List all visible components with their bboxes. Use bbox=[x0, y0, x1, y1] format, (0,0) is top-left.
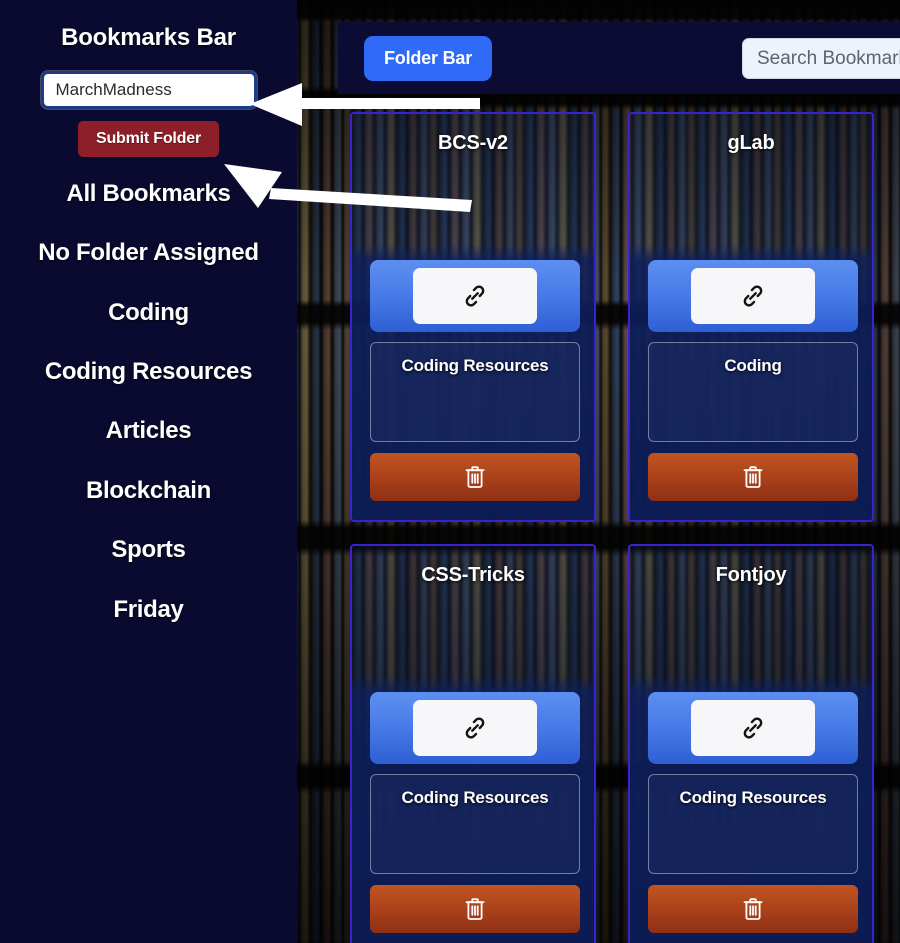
bookmark-title: CSS-Tricks bbox=[421, 564, 525, 586]
trash-icon bbox=[463, 896, 487, 922]
bookmark-folder-tag: Coding Resources bbox=[370, 342, 580, 442]
link-chip bbox=[691, 700, 815, 756]
link-chip bbox=[413, 268, 537, 324]
open-link-button[interactable] bbox=[648, 260, 858, 332]
delete-bookmark-button[interactable] bbox=[648, 885, 858, 933]
sidebar-item-articles[interactable]: Articles bbox=[0, 401, 297, 460]
trash-icon bbox=[741, 464, 765, 490]
bookmark-card[interactable]: Fontjoy Coding Resources bbox=[628, 544, 874, 943]
app-root: Bookmarks Bar Submit Folder All Bookmark… bbox=[0, 0, 900, 943]
sidebar-item-sports[interactable]: Sports bbox=[0, 520, 297, 579]
open-link-button[interactable] bbox=[648, 692, 858, 764]
folder-bar-button[interactable]: Folder Bar bbox=[364, 35, 493, 81]
open-link-button[interactable] bbox=[370, 692, 580, 764]
submit-folder-button[interactable]: Submit Folder bbox=[78, 120, 219, 157]
delete-bookmark-button[interactable] bbox=[370, 453, 580, 501]
chain-link-icon bbox=[462, 283, 488, 309]
sidebar-item-coding[interactable]: Coding bbox=[0, 283, 297, 342]
bookmark-folder-tag: Coding bbox=[648, 342, 858, 442]
bookmark-title: BCS-v2 bbox=[438, 132, 508, 154]
search-input[interactable] bbox=[742, 38, 900, 79]
bookmark-card[interactable]: CSS-Tricks Coding Resources bbox=[350, 544, 596, 943]
delete-bookmark-button[interactable] bbox=[648, 453, 858, 501]
chain-link-icon bbox=[740, 283, 766, 309]
bookmark-card[interactable]: gLab Coding bbox=[628, 112, 874, 522]
trash-icon bbox=[463, 464, 487, 490]
bookmark-title: gLab bbox=[727, 132, 775, 154]
folder-input-wrapper bbox=[40, 70, 257, 109]
bookmark-title: Fontjoy bbox=[715, 564, 787, 586]
bookmark-folder-tag: Coding Resources bbox=[648, 774, 858, 874]
sidebar: Bookmarks Bar Submit Folder All Bookmark… bbox=[0, 0, 297, 943]
delete-bookmark-button[interactable] bbox=[370, 885, 580, 933]
sidebar-item-friday[interactable]: Friday bbox=[0, 580, 297, 639]
chain-link-icon bbox=[740, 715, 766, 741]
top-bar: Folder Bar bbox=[338, 22, 900, 94]
bookmark-card-grid: BCS-v2 Coding Resources gLab Coding CSS-… bbox=[350, 112, 900, 943]
chain-link-icon bbox=[462, 715, 488, 741]
bookmark-card[interactable]: BCS-v2 Coding Resources bbox=[350, 112, 596, 522]
link-chip bbox=[691, 268, 815, 324]
sidebar-item-no-folder-assigned[interactable]: No Folder Assigned bbox=[0, 223, 297, 282]
page-title: Bookmarks Bar bbox=[61, 24, 236, 51]
folder-name-input[interactable] bbox=[40, 70, 257, 109]
sidebar-item-blockchain[interactable]: Blockchain bbox=[0, 461, 297, 520]
sidebar-item-coding-resources[interactable]: Coding Resources bbox=[0, 342, 297, 401]
trash-icon bbox=[741, 896, 765, 922]
link-chip bbox=[413, 700, 537, 756]
bookmark-folder-tag: Coding Resources bbox=[370, 774, 580, 874]
sidebar-item-all-bookmarks[interactable]: All Bookmarks bbox=[0, 157, 297, 223]
open-link-button[interactable] bbox=[370, 260, 580, 332]
